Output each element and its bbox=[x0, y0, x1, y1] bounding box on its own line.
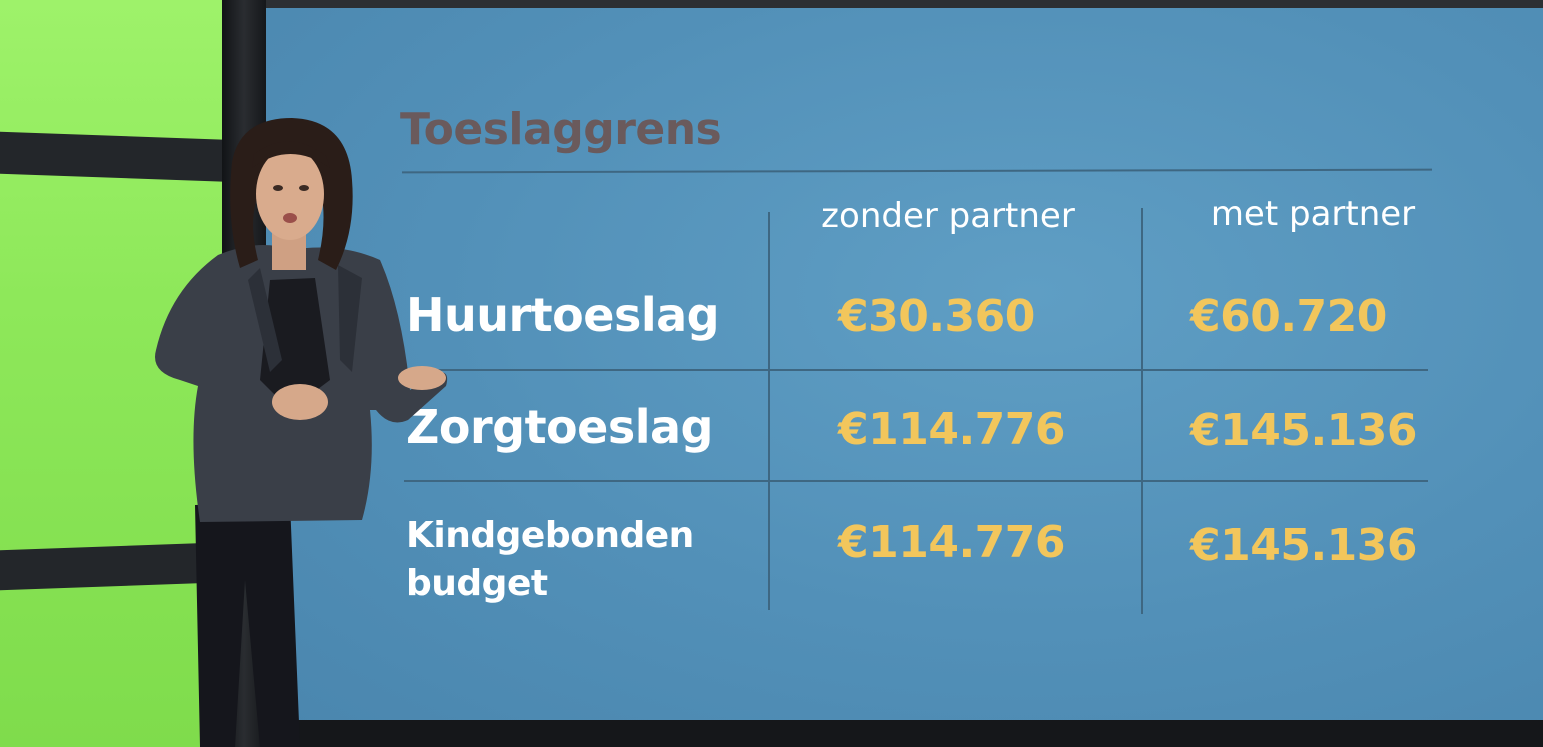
value-kindgebonden-met-partner: €145.136 bbox=[1190, 520, 1418, 571]
column-divider bbox=[768, 212, 770, 610]
presenter-figure bbox=[155, 118, 448, 747]
column-divider bbox=[1141, 208, 1143, 614]
value-huurtoeslag-zonder-partner: €30.360 bbox=[838, 291, 1035, 342]
value-zorgtoeslag-zonder-partner: €114.776 bbox=[838, 404, 1066, 455]
broadcast-frame: Toeslaggrens zonder partner met partner … bbox=[0, 0, 1543, 747]
value-huurtoeslag-met-partner: €60.720 bbox=[1190, 291, 1387, 342]
value-zorgtoeslag-met-partner: €145.136 bbox=[1190, 405, 1418, 456]
column-header-met-partner: met partner bbox=[1210, 194, 1416, 234]
row-divider bbox=[404, 480, 1428, 482]
row-divider bbox=[404, 369, 1428, 371]
column-header-zonder-partner: zonder partner bbox=[821, 196, 1075, 236]
value-kindgebonden-zonder-partner: €114.776 bbox=[838, 517, 1066, 568]
